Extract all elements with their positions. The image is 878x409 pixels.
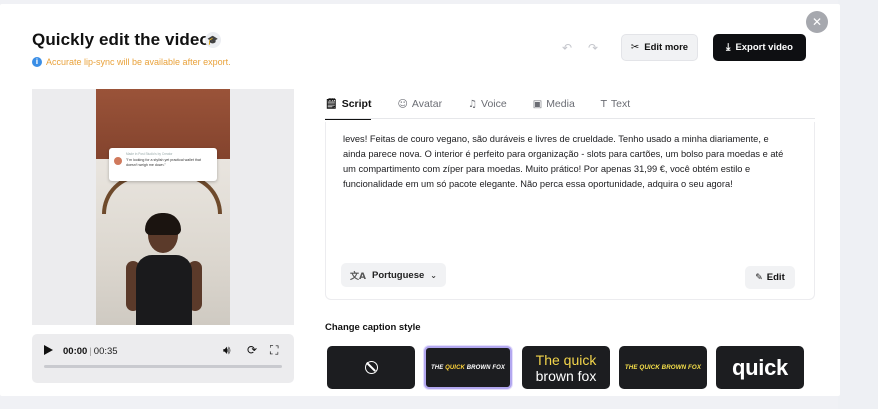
tab-label: Voice xyxy=(481,98,507,110)
video-frame[interactable]: Made in Post Studio's by Creator "I'm lo… xyxy=(96,89,230,325)
caption-style-4-text: quick xyxy=(732,354,788,380)
voice-icon: ♫ xyxy=(468,98,478,110)
video-preview-panel: Made in Post Studio's by Creator "I'm lo… xyxy=(32,89,294,325)
time-display: 00:00 | 00:35 xyxy=(63,346,118,357)
caption-style-1[interactable]: THE QUICK BROWN FOX xyxy=(424,346,512,389)
backdrop xyxy=(838,0,878,409)
caption-style-2-line1: The quick xyxy=(535,351,597,368)
tab-voice[interactable]: ♫ Voice xyxy=(468,96,507,112)
lip-sync-notice: i Accurate lip-sync will be available af… xyxy=(32,57,231,67)
overlay-text: "I'm looking for a stylish yet practical… xyxy=(126,158,201,167)
language-value: Portuguese xyxy=(372,269,425,281)
language-select[interactable]: 文A Portuguese ⌄ xyxy=(341,263,446,287)
caption-style-heading: Change caption style xyxy=(325,322,421,333)
volume-icon[interactable]: 🔊︎ xyxy=(223,343,231,358)
caption-style-4[interactable]: quick xyxy=(716,346,804,389)
download-icon: ⤓ xyxy=(726,42,731,53)
tab-label: Avatar xyxy=(411,98,443,110)
close-icon[interactable]: ✕ xyxy=(806,11,828,33)
scissors-icon: ✂ xyxy=(630,42,640,53)
caption-style-2[interactable]: The quick brown fox xyxy=(522,346,610,389)
script-editor: leves! Feitas de couro vegano, são duráv… xyxy=(325,122,815,300)
duration: 00:35 xyxy=(93,346,118,357)
notice-text: Accurate lip-sync will be available afte… xyxy=(46,57,231,67)
translate-icon: 文A xyxy=(350,271,366,282)
ban-icon xyxy=(364,361,378,374)
caption-word: QUICK xyxy=(445,364,467,371)
undo-icon[interactable]: ↶ xyxy=(562,41,572,55)
redo-icon[interactable]: ↷ xyxy=(588,41,598,55)
avatar-hair xyxy=(145,213,181,235)
graduation-cap-icon[interactable]: 🎓 xyxy=(205,32,221,48)
overlay-small-head: Made in Post Studio's by Creator xyxy=(126,152,173,156)
quick-edit-modal: Quickly edit the video 🎓 i Accurate lip-… xyxy=(0,4,840,396)
caption-word: BROWN xyxy=(466,364,493,371)
avatar-icon: ☺ xyxy=(397,98,408,110)
edit-more-button[interactable]: ✂ Edit more xyxy=(621,34,698,61)
script-text[interactable]: leves! Feitas de couro vegano, são duráv… xyxy=(343,132,793,192)
play-icon[interactable] xyxy=(44,345,53,355)
text-icon: T xyxy=(600,98,607,110)
script-icon: 🗒 xyxy=(325,98,338,110)
edit-label: Edit xyxy=(766,272,785,283)
caption-word: FOX xyxy=(492,364,505,371)
overlay-avatar xyxy=(114,157,122,165)
video-player-controls: 00:00 | 00:35 🔊︎ ⟳ ⛶ xyxy=(32,334,294,383)
tab-label: Media xyxy=(546,98,575,110)
chevron-down-icon: ⌄ xyxy=(430,270,437,280)
export-label: Export video xyxy=(735,42,793,53)
modal-title: Quickly edit the video xyxy=(32,30,210,49)
tabs-divider xyxy=(325,118,815,119)
tab-label: Script xyxy=(341,98,372,110)
edit-script-button[interactable]: ✎ Edit xyxy=(745,266,795,289)
tab-text[interactable]: T Text xyxy=(601,96,630,112)
export-video-button[interactable]: ⤓ Export video xyxy=(713,34,806,61)
loop-icon[interactable]: ⟳ xyxy=(247,343,257,357)
tab-media[interactable]: ▣ Media xyxy=(533,96,575,112)
fullscreen-icon[interactable]: ⛶ xyxy=(270,343,278,358)
tab-script[interactable]: 🗒 Script xyxy=(325,96,372,120)
caption-word: THE xyxy=(431,364,446,371)
caption-style-3[interactable]: THE QUICK BROWN FOX xyxy=(619,346,707,389)
media-icon: ▣ xyxy=(532,98,543,110)
caption-style-3-text: THE QUICK BROWN FOX xyxy=(624,364,702,371)
tab-label: Text xyxy=(610,98,631,110)
editor-tabs: 🗒 Script ☺ Avatar ♫ Voice ▣ Media T Text xyxy=(325,96,656,120)
current-time: 00:00 xyxy=(63,346,88,357)
tab-avatar[interactable]: ☺ Avatar xyxy=(397,96,442,112)
video-overlay-card: Made in Post Studio's by Creator "I'm lo… xyxy=(109,148,217,181)
caption-style-1-text: THE QUICK BROWN FOX xyxy=(431,365,505,371)
info-icon: i xyxy=(32,57,42,67)
progress-bar[interactable] xyxy=(44,365,282,368)
caption-style-2-line2: brown fox xyxy=(535,367,597,384)
pencil-icon: ✎ xyxy=(755,272,763,283)
edit-more-label: Edit more xyxy=(644,42,689,53)
avatar-body xyxy=(136,255,192,325)
caption-style-none[interactable] xyxy=(327,346,415,389)
